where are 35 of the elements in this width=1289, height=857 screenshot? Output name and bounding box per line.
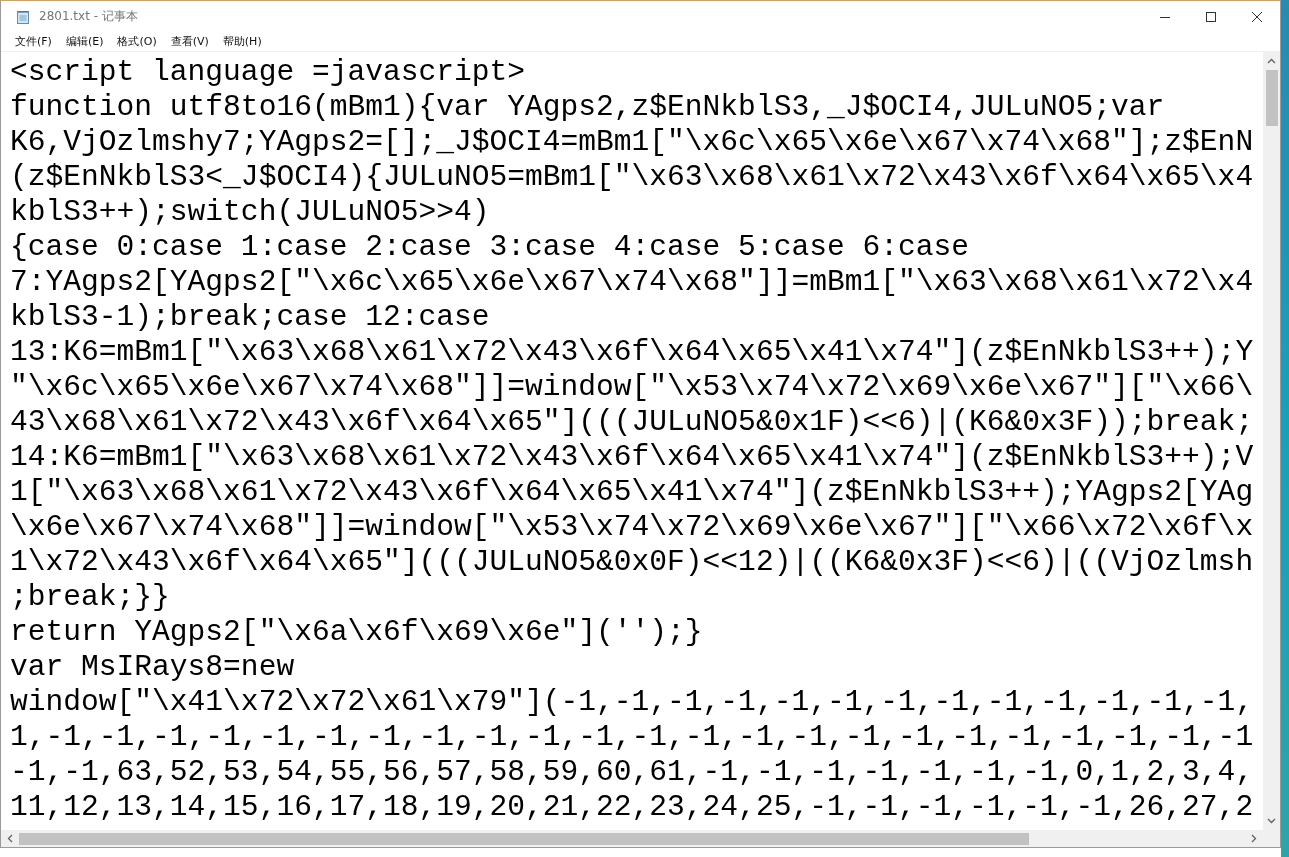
text-line: {case 0:case 1:case 2:case 3:case 4:case 5:case 6:case	[10, 230, 969, 265]
text-line: kblS3++);switch(JULuNO5>>4)	[10, 195, 490, 230]
menu-item[interactable]: 文件(F)	[15, 33, 52, 50]
text-line: window["\x41\x72\x72\x61\x79"](-1,-1,-1,-1,-1,-1,-1,-1,-1,-1,-1,-1,-1,	[10, 685, 1254, 720]
horizontal-scrollbar[interactable]	[1, 830, 1263, 847]
menu-item[interactable]: 格式(O)	[117, 33, 157, 50]
close-icon	[1252, 11, 1262, 22]
text-line: -1,-1,63,52,53,54,55,56,57,58,59,60,61,-1,-1,-1,-1,-1,-1,-1,0,1,2,3,4,	[10, 755, 1254, 790]
text-line: function utf8to16(mBm1){var YAgps2,z$EnNkblS3,_J$OCI4,JULuNO5;var	[10, 90, 1165, 125]
text-line: return YAgps2["\x6a\x6f\x69\x6e"]('');}	[10, 615, 703, 650]
text-line: 1["\x63\x68\x61\x72\x43\x6f\x64\x65\x41\x74"](z$EnNkblS3++);YAgps2[YAg	[10, 475, 1254, 510]
text-line: 14:K6=mBm1["\x63\x68\x61\x72\x43\x6f\x64\x65\x41\x74"](z$EnNkblS3++);V	[10, 440, 1254, 475]
text-line: <script language =javascript>	[10, 55, 525, 90]
scrollbar-thumb[interactable]	[1265, 70, 1278, 126]
text-line: K6,VjOzlmshy7;YAgps2=[];_J$OCI4=mBm1["\x6c\x65\x6e\x67\x74\x68"];z$EnN	[10, 125, 1254, 160]
notepad-icon	[15, 8, 31, 25]
maximize-icon	[1206, 11, 1216, 22]
text-line: var MsIRays8=new	[10, 650, 295, 685]
text-line: \x6e\x67\x74\x68"]]=window["\x53\x74\x72\x69\x6e\x67"]["\x66\x72\x6f\x	[10, 510, 1254, 545]
menu-item[interactable]: 帮助(H)	[222, 33, 262, 50]
text-line: 11,12,13,14,15,16,17,18,19,20,21,22,23,24,25,-1,-1,-1,-1,-1,-1,26,27,2	[10, 790, 1254, 825]
vertical-scrollbar[interactable]	[1263, 52, 1280, 830]
text-line: 1,-1,-1,-1,-1,-1,-1,-1,-1,-1,-1,-1,-1,-1,-1,-1,-1,-1,-1,-1,-1,-1,-1,-1	[10, 720, 1254, 755]
text-line: "\x6c\x65\x6e\x67\x74\x68"]]=window["\x53\x74\x72\x69\x6e\x67"]["\x66\	[10, 370, 1254, 405]
text-line: 43\x68\x61\x72\x43\x6f\x64\x65"](((JULuNO5&0x1F)<<6)|(K6&0x3F));break;	[10, 405, 1254, 440]
text-line: 13:K6=mBm1["\x63\x68\x61\x72\x43\x6f\x64\x65\x41\x74"](z$EnNkblS3++);Y	[10, 335, 1254, 370]
text-line: 1\x72\x43\x6f\x64\x65"](((JULuNO5&0x0F)<<12)|((K6&0x3F)<<6)|((VjOzlmsh	[10, 545, 1254, 580]
scrollbar-thumb[interactable]	[19, 832, 1029, 845]
text-line: 7:YAgps2[YAgps2["\x6c\x65\x6e\x67\x74\x68"]]=mBm1["\x63\x68\x61\x72\x4	[10, 265, 1254, 300]
menu-item[interactable]: 查看(V)	[170, 33, 209, 50]
window-title: 2801.txt - 记事本	[39, 8, 139, 25]
text-line: (z$EnNkblS3<_J$OCI4){JULuNO5=mBm1["\x63\x68\x61\x72\x43\x6f\x64\x65\x4	[10, 160, 1254, 195]
menu-item[interactable]: 编辑(E)	[65, 33, 104, 50]
text-line: ;break;}}	[10, 580, 170, 615]
text-line: kblS3-1);break;case 12:case	[10, 300, 490, 335]
